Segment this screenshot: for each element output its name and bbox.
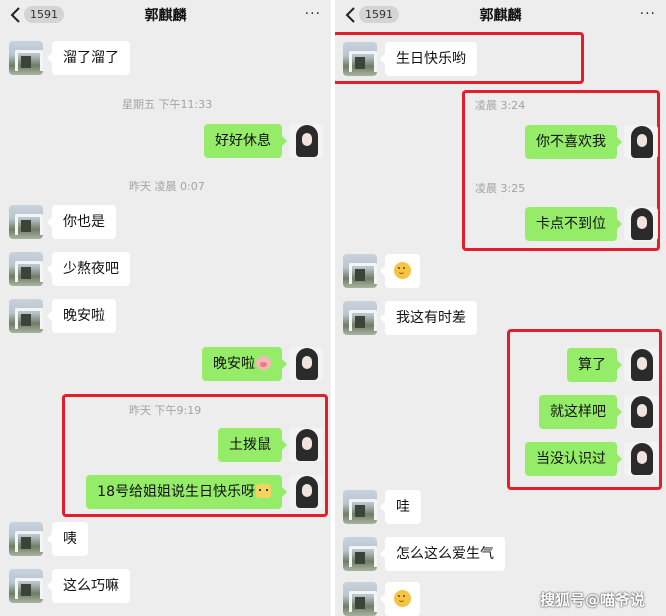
self-avatar[interactable] [289,124,323,158]
watermark: 搜狐号@喵爷说 [540,591,646,609]
sent-message[interactable]: 晚安啦 [202,347,287,381]
sent-message-text: 晚安啦 [213,356,255,372]
sent-message[interactable]: 你不喜欢我 [525,125,622,159]
received-emoji-message[interactable] [380,254,420,288]
received-message[interactable]: 少熬夜吧 [47,252,130,286]
friend-avatar[interactable] [9,41,43,75]
chat-title: 郭麒麟 [479,8,522,24]
friend-avatar[interactable] [343,254,377,288]
received-message[interactable]: 怎么这么爱生气 [380,537,505,571]
friend-avatar[interactable] [9,252,43,286]
self-avatar[interactable] [289,475,323,509]
received-message[interactable]: 晚安啦 [47,299,116,333]
self-avatar[interactable] [289,428,323,462]
friend-avatar[interactable] [343,490,377,524]
chat-title: 郭麒麟 [144,8,187,24]
sent-message[interactable]: 土拨鼠 [218,428,287,462]
timestamp: 凌晨 3:24 [475,99,526,112]
friend-avatar[interactable] [343,42,377,76]
sent-message[interactable]: 卡点不到位 [525,207,622,241]
self-avatar[interactable] [624,442,658,476]
self-avatar[interactable] [624,348,658,382]
friend-avatar[interactable] [9,522,43,556]
smile-emoji-icon [394,590,411,607]
sent-message[interactable]: 好好休息 [204,124,287,158]
sent-message[interactable]: 算了 [567,348,622,382]
received-emoji-message[interactable] [380,582,420,616]
received-message[interactable]: 溜了溜了 [47,41,130,75]
self-avatar[interactable] [624,207,658,241]
received-message[interactable]: 哇 [380,490,421,524]
sent-message-text: 18号给姐姐说生日快乐呀 [97,484,255,500]
friend-avatar[interactable] [9,205,43,239]
received-message[interactable]: 生日快乐哟 [380,42,477,76]
received-message[interactable]: 你也是 [47,205,116,239]
sent-message[interactable]: 就这样吧 [539,395,622,429]
self-avatar[interactable] [624,395,658,429]
self-avatar[interactable] [289,347,323,381]
chat-pane-right: 1591 郭麒麟 ··· 生日快乐哟 凌晨 3:24 你不喜欢我 凌晨 3:25… [335,0,666,616]
self-avatar[interactable] [624,125,658,159]
more-dots-icon[interactable]: ··· [305,6,321,22]
timestamp: 昨天 凌晨 0:07 [129,180,205,193]
top-bar: 1591 郭麒麟 ··· [0,0,331,30]
chat-pane-left: 1591 郭麒麟 ··· 溜了溜了 星期五 下午11:33 好好休息 昨天 凌晨… [0,0,331,616]
friend-avatar[interactable] [343,301,377,335]
received-message[interactable]: 我这有时差 [380,301,477,335]
smile-emoji-icon [394,262,411,279]
received-message[interactable]: 咦 [47,522,88,556]
cat-emoji-icon [256,484,271,498]
friend-avatar[interactable] [343,582,377,616]
timestamp: 星期五 下午11:33 [122,98,213,111]
friend-avatar[interactable] [9,299,43,333]
top-bar: 1591 郭麒麟 ··· [335,0,666,30]
timestamp: 昨天 下午9:19 [129,404,202,417]
received-message[interactable]: 这么巧嘛 [47,569,130,603]
friend-avatar[interactable] [9,569,43,603]
timestamp: 凌晨 3:25 [475,182,526,195]
pig-emoji-icon [256,356,271,370]
sent-message[interactable]: 当没认识过 [525,442,622,476]
sent-message[interactable]: 18号给姐姐说生日快乐呀 [86,475,287,509]
friend-avatar[interactable] [343,537,377,571]
more-dots-icon[interactable]: ··· [640,6,656,22]
